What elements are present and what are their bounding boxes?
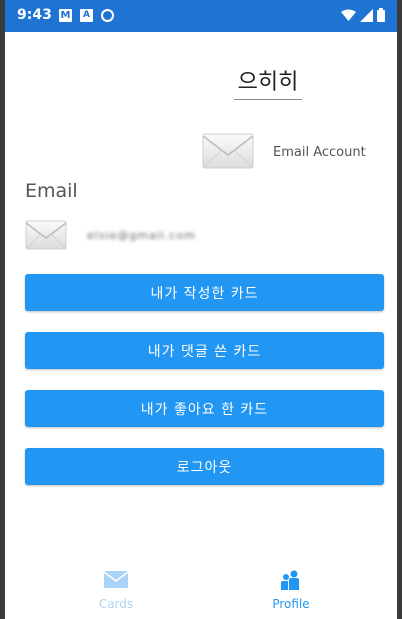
status-time: 9:43 [17,7,52,23]
people-icon [281,570,299,590]
sync-icon [101,9,114,22]
my-cards-button[interactable]: 내가 작성한 카드 [25,274,384,311]
nickname-field[interactable]: 으히히 [234,64,302,100]
system-icons [341,8,385,22]
tab-profile-label: Profile [272,597,310,611]
signal-icon [360,8,373,22]
email-heading: Email [25,180,78,202]
email-value: elsie@gmail.com [87,229,196,242]
envelope-icon [103,571,129,588]
logout-button[interactable]: 로그아웃 [25,448,384,485]
gmail-icon: M [59,9,72,22]
a-badge-icon: A [80,9,93,22]
wifi-icon [341,9,356,21]
tab-cards[interactable]: Cards [18,562,214,619]
email-envelope-icon [25,220,67,250]
my-likes-button[interactable]: 내가 좋아요 한 카드 [25,390,384,427]
email-account-label: Email Account [273,145,366,160]
status-bar: 9:43 M A [5,0,397,32]
email-account-envelope-icon [202,133,254,169]
my-comments-button[interactable]: 내가 댓글 쓴 카드 [25,332,384,369]
battery-icon [377,8,385,22]
tab-cards-label: Cards [98,597,134,611]
bottom-tab-bar: Cards Profile [5,562,397,619]
app-screen: 9:43 M A 으히히 Email Account Email elsie@g… [5,0,397,619]
notification-icons: M A [59,9,114,22]
tab-profile[interactable]: Profile [193,562,389,619]
